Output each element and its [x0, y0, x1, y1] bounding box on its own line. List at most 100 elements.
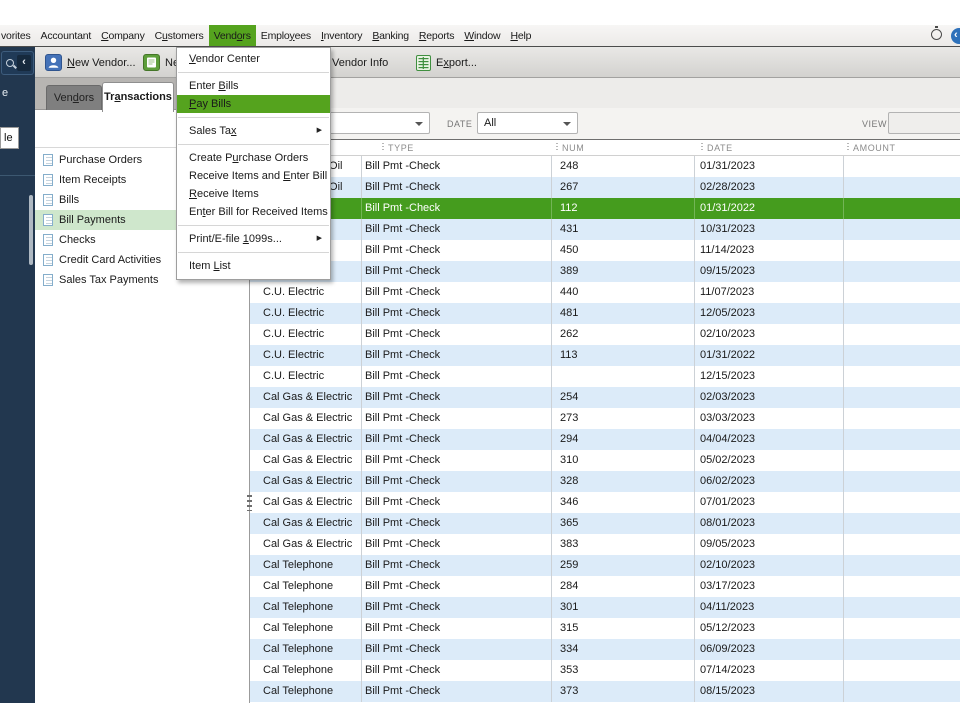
table-row[interactable]: Cal Gas & Electric Bill Pmt -Check 365 0…: [250, 513, 960, 534]
menubar-item[interactable]: Accountant: [36, 25, 97, 46]
menubar-item[interactable]: Employees: [256, 25, 316, 46]
dropdown-arrow-icon: [563, 122, 571, 126]
menubar-item-label: nventory: [324, 30, 363, 42]
menu-item[interactable]: Enter Bill for Received Items▶: [177, 203, 330, 221]
cell-date: 05/12/2023: [695, 618, 844, 639]
table-row[interactable]: Cal Gas & Electric Bill Pmt -Check 310 0…: [250, 450, 960, 471]
export-button[interactable]: Export...: [416, 47, 477, 78]
menubar-item[interactable]: Inventory: [316, 25, 367, 46]
menubar-item[interactable]: Banking: [367, 25, 414, 46]
date-filter-dropdown[interactable]: All: [477, 112, 578, 134]
cell-date: 04/11/2023: [695, 597, 844, 618]
table-row[interactable]: Bill Pmt -Check 431 10/31/2023: [250, 219, 960, 240]
tab-transactions[interactable]: Transactions: [102, 82, 174, 112]
table-row[interactable]: Cal Telephone Bill Pmt -Check 373 08/15/…: [250, 681, 960, 702]
menubar-item[interactable]: Window: [459, 25, 505, 46]
table-row[interactable]: Cal Telephone Bill Pmt -Check 284 03/17/…: [250, 576, 960, 597]
dropdown-arrow-icon: [415, 122, 423, 126]
cell-vendor-name: Cal Gas & Electric: [250, 513, 362, 534]
menu-item[interactable]: Enter Bills▶: [177, 77, 330, 95]
new-vendor-button[interactable]: New Vendor...: [45, 47, 136, 78]
menubar-item[interactable]: Reports: [414, 25, 459, 46]
tab-vendors[interactable]: Vendors: [46, 85, 102, 110]
menubar-item-mnemonic: W: [464, 30, 474, 42]
date-filter-label: DATE: [447, 119, 472, 129]
table-row[interactable]: C.U. Electric Bill Pmt -Check 262 02/10/…: [250, 324, 960, 345]
menubar-item-label: rs: [242, 30, 250, 42]
cell-num: [552, 366, 695, 387]
menu-separator: [178, 72, 329, 73]
cell-date: 01/31/2022: [695, 345, 844, 366]
menu-item-label: Receive Items and: [189, 170, 283, 182]
table-row[interactable]: Cal Gas & Electric Bill Pmt -Check 383 0…: [250, 534, 960, 555]
table-row[interactable]: Cal Gas & Electric Bill Pmt -Check 294 0…: [250, 429, 960, 450]
menu-item[interactable]: Pay Bills▶: [177, 95, 330, 113]
column-grip-icon: [701, 143, 703, 152]
menu-item[interactable]: Print/E-file 1099s...▶: [177, 230, 330, 248]
table-row[interactable]: Bayshore CalOil Bill Pmt -Check 267 02/2…: [250, 177, 960, 198]
cell-amount: [844, 387, 960, 408]
table-row[interactable]: Cal Gas & Electric Bill Pmt -Check 254 0…: [250, 387, 960, 408]
menubar-item-label: eports: [426, 30, 454, 42]
table-row[interactable]: Bill Pmt -Check 450 11/14/2023: [250, 240, 960, 261]
cell-type: Bill Pmt -Check: [362, 450, 552, 471]
column-header-amount[interactable]: AMOUNT: [844, 140, 960, 155]
table-row[interactable]: Bill Pmt -Check 112 01/31/2022: [250, 198, 960, 219]
menu-item[interactable]: Sales Tax▶: [177, 122, 330, 140]
column-header-type[interactable]: TYPE: [362, 140, 552, 155]
table-row[interactable]: Cal Telephone Bill Pmt -Check 315 05/12/…: [250, 618, 960, 639]
cell-vendor-name: C.U. Electric: [250, 366, 362, 387]
document-icon: [43, 174, 53, 186]
menu-item[interactable]: Receive Items and Enter Bill▶: [177, 167, 330, 185]
cell-type: Bill Pmt -Check: [362, 156, 552, 177]
cell-amount: [844, 450, 960, 471]
document-icon: [43, 194, 53, 206]
cell-vendor-name: Cal Gas & Electric: [250, 471, 362, 492]
menubar-item[interactable]: Customers: [150, 25, 209, 46]
table-row[interactable]: Cal Gas & Electric Bill Pmt -Check 346 0…: [250, 492, 960, 513]
view-dropdown[interactable]: [888, 112, 960, 134]
cell-amount: [844, 366, 960, 387]
menu-item[interactable]: Receive Items▶: [177, 185, 330, 203]
table-row[interactable]: Cal Gas & Electric Bill Pmt -Check 328 0…: [250, 471, 960, 492]
cell-type: Bill Pmt -Check: [362, 387, 552, 408]
menu-item-mnemonic: B: [218, 80, 225, 92]
collapse-chevron-icon[interactable]: ‹: [17, 55, 31, 71]
export-label: Export...: [436, 57, 477, 69]
menu-item[interactable]: Vendor Center▶: [177, 50, 330, 68]
transaction-type-label: Sales Tax Payments: [59, 274, 158, 286]
stopwatch-icon[interactable]: [931, 29, 942, 40]
table-row[interactable]: Bill Pmt -Check 389 09/15/2023: [250, 261, 960, 282]
column-header-num[interactable]: NUM: [552, 140, 695, 155]
menubar-item[interactable]: Company: [96, 25, 150, 46]
menubar-item[interactable]: Help: [505, 25, 536, 46]
cell-amount: [844, 513, 960, 534]
table-row[interactable]: Cal Telephone Bill Pmt -Check 259 02/10/…: [250, 555, 960, 576]
menu-item[interactable]: Create Purchase Orders▶: [177, 149, 330, 167]
scrollbar-thumb[interactable]: [29, 195, 33, 265]
table-row[interactable]: C.U. Electric Bill Pmt -Check 481 12/05/…: [250, 303, 960, 324]
menu-item[interactable]: Item List▶: [177, 257, 330, 275]
view-label: VIEW: [862, 119, 887, 129]
menu-item-label: 099s...: [249, 233, 282, 245]
search-box[interactable]: ‹: [1, 51, 34, 75]
column-header-date[interactable]: DATE: [695, 140, 844, 155]
table-row[interactable]: Cal Telephone Bill Pmt -Check 301 04/11/…: [250, 597, 960, 618]
table-row[interactable]: Cal Gas & Electric Bill Pmt -Check 273 0…: [250, 408, 960, 429]
table-body: Bayshore CalOil Bill Pmt -Check 248 01/3…: [250, 156, 960, 702]
menubar-item[interactable]: vorites: [0, 25, 36, 46]
cell-date: 11/07/2023: [695, 282, 844, 303]
menubar-item[interactable]: Vendors: [209, 25, 256, 46]
menu-separator: [178, 117, 329, 118]
panel-splitter-handle[interactable]: [247, 495, 252, 511]
cell-amount: [844, 597, 960, 618]
cell-num: 254: [552, 387, 695, 408]
table-row[interactable]: C.U. Electric Bill Pmt -Check 113 01/31/…: [250, 345, 960, 366]
table-row[interactable]: Cal Telephone Bill Pmt -Check 334 06/09/…: [250, 639, 960, 660]
vendor-info-button[interactable]: Vendor Info: [332, 47, 388, 78]
table-row[interactable]: C.U. Electric Bill Pmt -Check 12/15/2023: [250, 366, 960, 387]
blue-back-arrow-icon[interactable]: ‹: [951, 28, 960, 44]
table-row[interactable]: Bayshore CalOil Bill Pmt -Check 248 01/3…: [250, 156, 960, 177]
table-row[interactable]: Cal Telephone Bill Pmt -Check 353 07/14/…: [250, 660, 960, 681]
table-row[interactable]: C.U. Electric Bill Pmt -Check 440 11/07/…: [250, 282, 960, 303]
